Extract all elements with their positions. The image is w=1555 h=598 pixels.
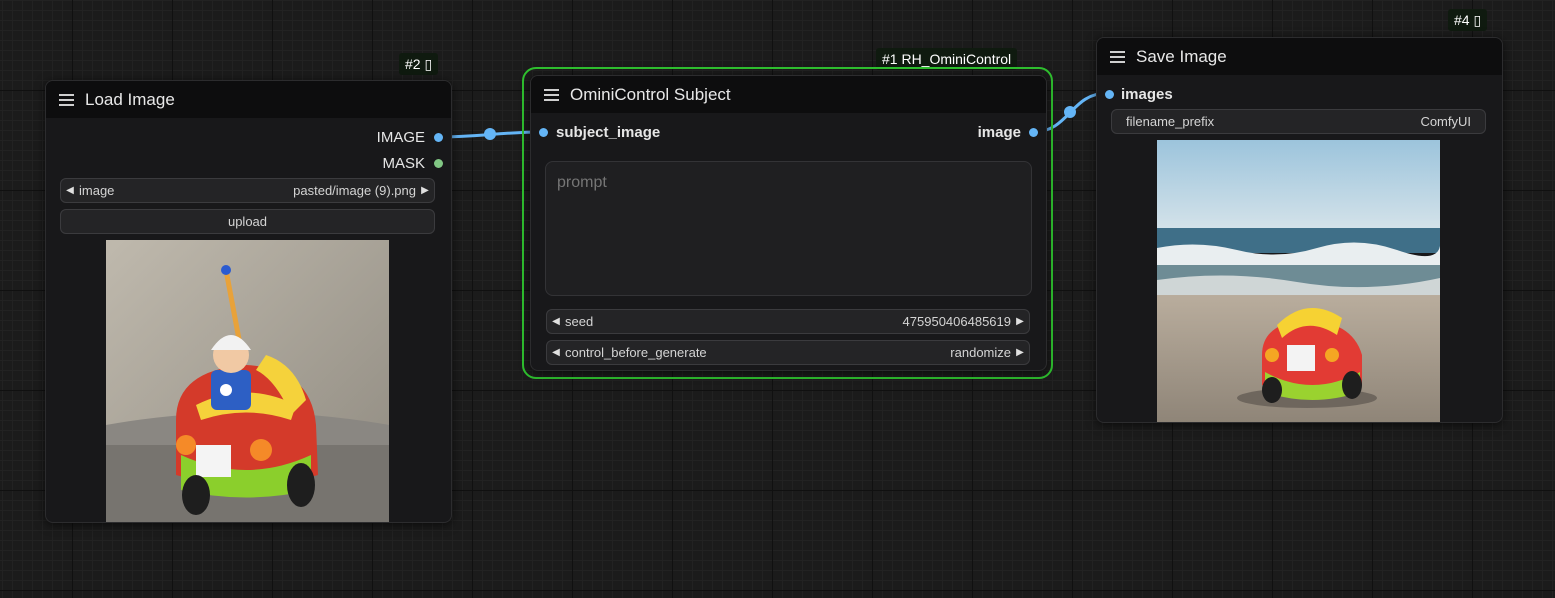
- widget-label: filename_prefix: [1126, 114, 1215, 129]
- increment-arrow-icon[interactable]: ▶: [1011, 316, 1029, 327]
- input-label-subject-image: subject_image: [556, 124, 661, 141]
- image-combo-widget[interactable]: ◀ image pasted/image (9).png ▶: [60, 178, 435, 203]
- link-midpoint-2[interactable]: [1064, 106, 1076, 118]
- output-label-image: image: [977, 124, 1021, 141]
- node-graph-canvas[interactable]: #2 ▯ Load Image IMAGE MASK ◀ image paste…: [0, 0, 1555, 598]
- link-midpoint-1[interactable]: [484, 128, 496, 140]
- increment-arrow-icon[interactable]: ▶: [1011, 347, 1029, 358]
- menu-icon[interactable]: [59, 93, 74, 106]
- widget-value: 475950406485619: [902, 314, 1011, 329]
- prompt-textarea[interactable]: [545, 161, 1032, 296]
- decrement-arrow-icon[interactable]: ◀: [61, 185, 79, 196]
- menu-icon[interactable]: [544, 88, 559, 101]
- output-slot-mask[interactable]: [434, 159, 443, 168]
- save-image-node[interactable]: Save Image images filename_prefix ComfyU…: [1096, 37, 1503, 423]
- output-slot-image[interactable]: [434, 133, 443, 142]
- widget-value: pasted/image (9).png: [293, 183, 416, 198]
- input-label-images: images: [1121, 86, 1173, 103]
- node-title: Load Image: [85, 89, 175, 109]
- ominicontrol-subject-node[interactable]: OminiControl Subject subject_image image…: [530, 75, 1047, 371]
- widget-label: control_before_generate: [565, 345, 707, 360]
- node-header[interactable]: Load Image: [46, 81, 451, 118]
- toy-car-photo: [106, 240, 389, 522]
- node-header[interactable]: OminiControl Subject: [531, 76, 1046, 113]
- input-slot-subject-image[interactable]: [539, 128, 548, 137]
- node-id-badge: #2 ▯: [399, 53, 439, 75]
- increment-arrow-icon[interactable]: ▶: [416, 185, 434, 196]
- decrement-arrow-icon[interactable]: ◀: [547, 316, 565, 327]
- node-title: OminiControl Subject: [570, 84, 731, 104]
- node-header[interactable]: Save Image: [1097, 38, 1502, 75]
- decrement-arrow-icon[interactable]: ◀: [547, 347, 565, 358]
- beach-toy-car-photo: [1157, 140, 1440, 422]
- upload-label: upload: [227, 214, 268, 229]
- load-image-node[interactable]: Load Image IMAGE MASK ◀ image pasted/ima…: [45, 80, 452, 523]
- node-id-badge: #4 ▯: [1448, 9, 1488, 31]
- input-slot-images[interactable]: [1105, 90, 1114, 99]
- output-label-mask: MASK: [382, 155, 425, 172]
- output-label-image: IMAGE: [376, 129, 425, 146]
- filename-prefix-widget[interactable]: filename_prefix ComfyUI: [1111, 109, 1486, 134]
- widget-value: ComfyUI: [1420, 114, 1471, 129]
- output-slot-image[interactable]: [1029, 128, 1038, 137]
- widget-value: randomize: [950, 345, 1011, 360]
- widget-label: seed: [565, 314, 594, 329]
- seed-widget[interactable]: ◀ seed 475950406485619 ▶: [546, 309, 1030, 334]
- menu-icon[interactable]: [1110, 50, 1125, 63]
- upload-button[interactable]: upload: [60, 209, 435, 234]
- widget-label: image: [79, 183, 115, 198]
- control-before-generate-widget[interactable]: ◀ control_before_generate randomize ▶: [546, 340, 1030, 365]
- node-title: Save Image: [1136, 46, 1227, 66]
